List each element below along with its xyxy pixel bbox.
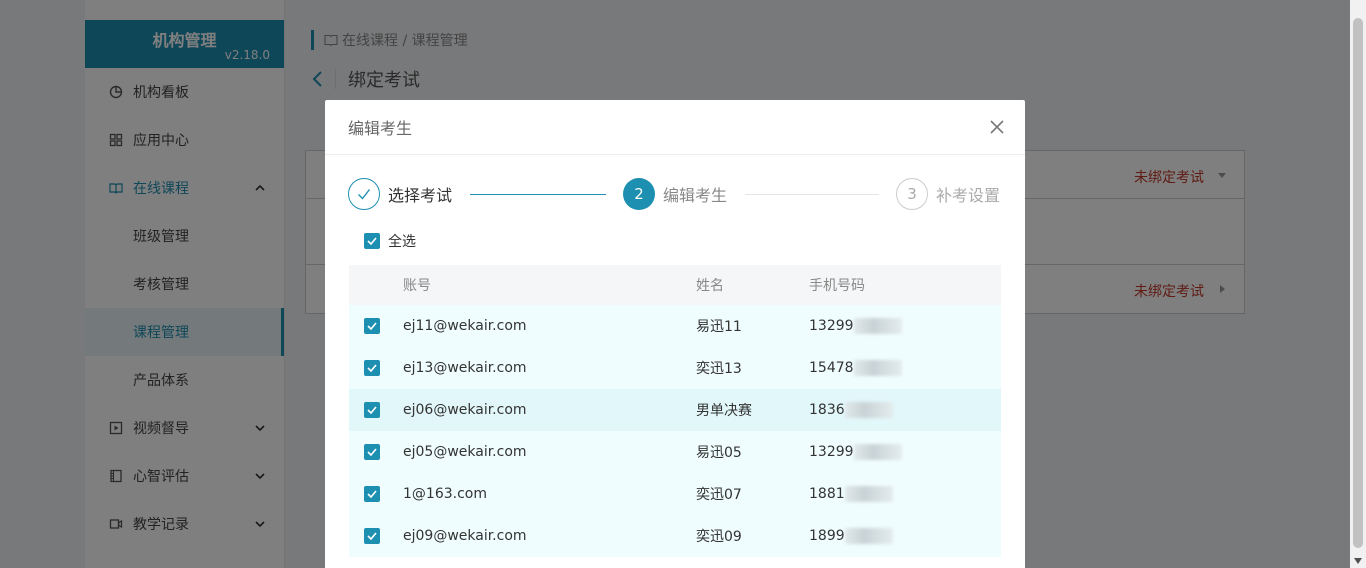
redacted-phone-digits — [844, 486, 893, 502]
examinee-table: 账号 姓名 手机号码 ej11@wekair.com 易迅11 13299 ej13@… — [349, 265, 1001, 557]
step-number: 3 — [896, 178, 928, 210]
redacted-phone-digits — [853, 360, 902, 376]
scroll-down-arrow-icon[interactable] — [1354, 558, 1362, 564]
phone-prefix: 1899 — [809, 528, 845, 544]
phone-cell: 1899 — [809, 528, 1001, 544]
column-header-account: 账号 — [403, 278, 431, 294]
name-cell: 易迅11 — [696, 319, 742, 335]
name-cell: 男单决赛 — [696, 403, 752, 419]
phone-cell: 15478 — [809, 360, 1001, 376]
row-checkbox[interactable] — [364, 318, 380, 334]
scroll-thumb[interactable] — [1353, 18, 1363, 548]
phone-cell: 13299 — [809, 444, 1001, 460]
edit-examinees-dialog: 编辑考生 选择考试 2 编辑考生 3 补考设置 全选 账号 姓名 手机号码 ej… — [325, 100, 1025, 568]
account-cell: ej06@wekair.com — [403, 402, 527, 418]
column-header-name: 姓名 — [696, 278, 724, 294]
dialog-title: 编辑考生 — [348, 119, 413, 138]
phone-prefix: 13299 — [809, 444, 854, 460]
account-cell: ej11@wekair.com — [403, 318, 527, 334]
redacted-phone-digits — [844, 402, 893, 418]
table-row[interactable]: ej11@wekair.com 易迅11 13299 — [349, 305, 1001, 347]
table-row[interactable]: ej13@wekair.com 奕迅13 15478 — [349, 347, 1001, 389]
row-checkbox[interactable] — [364, 444, 380, 460]
check-icon — [348, 178, 380, 210]
checkbox-checked[interactable] — [364, 233, 380, 249]
step-select-exam: 选择考试 — [348, 178, 452, 210]
table-header: 账号 姓名 手机号码 — [349, 265, 1001, 305]
select-all-checkbox[interactable]: 全选 — [364, 231, 416, 251]
redacted-phone-digits — [853, 318, 902, 334]
table-row[interactable]: 1@163.com 奕迅07 1881 — [349, 473, 1001, 515]
account-cell: ej09@wekair.com — [403, 528, 527, 544]
phone-cell: 13299 — [809, 318, 1001, 334]
row-checkbox[interactable] — [364, 360, 380, 376]
step-makeup-settings: 3 补考设置 — [896, 178, 1000, 210]
step-connector — [470, 194, 606, 195]
redacted-phone-digits — [844, 528, 893, 544]
account-cell: ej13@wekair.com — [403, 360, 527, 376]
phone-prefix: 1836 — [809, 402, 845, 418]
table-row[interactable]: ej05@wekair.com 易迅05 13299 — [349, 431, 1001, 473]
step-number: 2 — [623, 178, 655, 210]
phone-cell: 1881 — [809, 486, 1001, 502]
table-row[interactable]: ej06@wekair.com 男单决赛 1836 — [349, 389, 1001, 431]
phone-prefix: 15478 — [809, 360, 854, 376]
step-label: 编辑考生 — [663, 186, 728, 205]
step-label: 选择考试 — [388, 186, 453, 205]
name-cell: 奕迅13 — [696, 361, 742, 377]
close-icon[interactable] — [989, 119, 1005, 135]
row-checkbox[interactable] — [364, 528, 380, 544]
step-label: 补考设置 — [936, 186, 1001, 205]
redacted-phone-digits — [853, 444, 902, 460]
select-all-label: 全选 — [388, 234, 416, 250]
table-body: ej11@wekair.com 易迅11 13299 ej13@wekair.com 奕… — [349, 305, 1001, 557]
name-cell: 易迅05 — [696, 445, 742, 461]
table-row[interactable]: ej09@wekair.com 奕迅09 1899 — [349, 515, 1001, 557]
step-edit-examinees: 2 编辑考生 — [623, 178, 727, 210]
phone-prefix: 13299 — [809, 318, 854, 334]
row-checkbox[interactable] — [364, 402, 380, 418]
column-header-phone: 手机号码 — [809, 278, 865, 294]
phone-cell: 1836 — [809, 402, 1001, 418]
step-connector — [745, 194, 879, 195]
account-cell: 1@163.com — [403, 486, 487, 502]
steps-bar: 选择考试 2 编辑考生 3 补考设置 — [348, 178, 1000, 212]
name-cell: 奕迅09 — [696, 529, 742, 545]
account-cell: ej05@wekair.com — [403, 444, 527, 460]
name-cell: 奕迅07 — [696, 487, 742, 503]
page-scrollbar[interactable] — [1350, 0, 1366, 568]
dialog-header: 编辑考生 — [325, 100, 1025, 155]
row-checkbox[interactable] — [364, 486, 380, 502]
phone-prefix: 1881 — [809, 486, 845, 502]
